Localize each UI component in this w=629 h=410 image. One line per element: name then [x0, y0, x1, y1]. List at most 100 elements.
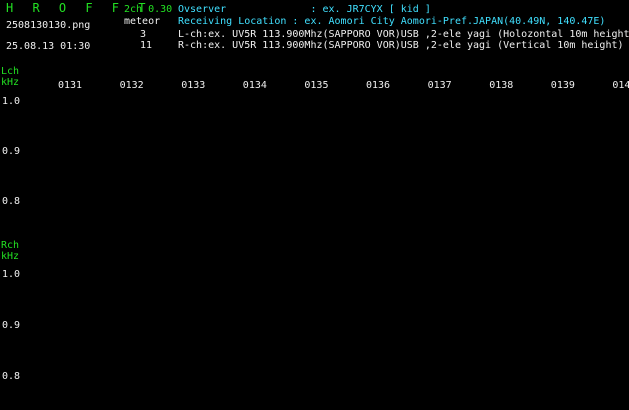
noise-speck [287, 98, 289, 100]
noise-speck [593, 310, 595, 312]
noise-speck [337, 150, 339, 152]
noise-speck [57, 314, 59, 316]
noise-speck [284, 315, 286, 317]
noise-floor-bar [36, 395, 38, 399]
noise-floor-bar [252, 225, 254, 229]
noise-speck [375, 104, 377, 106]
noise-speck [440, 362, 442, 364]
noise-floor-bar [420, 389, 422, 399]
noise-speck [182, 348, 184, 350]
noise-floor-bar [190, 227, 192, 229]
noise-speck [279, 355, 281, 357]
time-tick-0138: 0138 [489, 80, 514, 91]
noise-speck [61, 267, 63, 269]
noise-speck [511, 291, 513, 293]
noise-speck [595, 280, 597, 282]
noise-floor-bar [110, 390, 112, 399]
noise-floor-bar [312, 388, 314, 399]
noise-speck [195, 156, 197, 158]
noise-speck [463, 315, 465, 317]
noise-floor-bar [304, 389, 306, 399]
noise-speck [88, 334, 90, 336]
noise-floor-bar [316, 394, 318, 399]
noise-speck [75, 98, 77, 100]
noise-speck [198, 289, 200, 291]
noise-floor-bar [74, 227, 76, 229]
noise-speck [59, 358, 61, 360]
noise-floor-bar [52, 227, 54, 229]
noise-floor-bar [594, 389, 596, 399]
noise-speck [432, 168, 434, 170]
noise-speck [154, 316, 156, 318]
noise-floor-bar [536, 389, 538, 399]
noise-speck [45, 331, 47, 333]
noise-floor-bar [298, 224, 300, 229]
noise-floor-bar [328, 393, 330, 399]
noise-speck [603, 354, 605, 356]
noise-speck [118, 347, 120, 349]
noise-speck [109, 152, 111, 154]
noise-floor-bar [612, 225, 614, 229]
noise-speck [133, 259, 135, 261]
noise-speck [473, 159, 475, 161]
noise-floor-bar [522, 225, 524, 229]
noise-speck [261, 174, 263, 176]
noise-speck [52, 309, 54, 311]
noise-floor-bar [538, 226, 540, 229]
noise-speck [360, 121, 362, 123]
noise-speck [486, 161, 488, 163]
noise-speck [485, 345, 487, 347]
noise-floor-bar [558, 393, 560, 399]
noise-speck [606, 339, 608, 341]
noise-speck [334, 308, 336, 310]
noise-speck [64, 282, 66, 284]
noise-floor-bar [368, 396, 370, 399]
noise-floor-bar [442, 225, 444, 229]
noise-speck [50, 285, 52, 287]
noise-floor-bar [192, 393, 194, 399]
noise-floor-bar [614, 227, 616, 229]
noise-speck [75, 138, 77, 140]
noise-speck [626, 91, 628, 93]
noise-speck [191, 339, 193, 341]
noise-floor-bar [428, 227, 430, 229]
noise-speck [455, 159, 457, 161]
noise-speck [173, 154, 175, 156]
noise-speck [45, 360, 47, 362]
noise-floor-bar [308, 226, 310, 229]
noise-speck [80, 174, 82, 176]
noise-speck [305, 191, 307, 193]
noise-speck [61, 280, 63, 282]
noise-floor-bar [346, 396, 348, 399]
noise-speck [36, 155, 38, 157]
noise-speck [287, 146, 289, 148]
noise-speck [562, 323, 564, 325]
noise-speck [509, 311, 511, 313]
noise-speck [304, 192, 306, 194]
noise-speck [501, 325, 503, 327]
noise-speck [85, 266, 87, 268]
noise-floor-bar [292, 213, 294, 229]
noise-speck [406, 275, 408, 277]
noise-speck [134, 135, 136, 137]
noise-speck [507, 258, 509, 260]
noise-speck [532, 177, 534, 179]
noise-floor-bar [314, 390, 316, 399]
noise-floor-bar [466, 227, 468, 229]
noise-speck [325, 156, 327, 158]
noise-floor-bar [524, 392, 526, 399]
noise-floor-bar [126, 393, 128, 399]
noise-speck [113, 274, 115, 276]
noise-speck [84, 96, 86, 98]
noise-speck [215, 351, 217, 353]
noise-speck [37, 129, 39, 131]
noise-speck [37, 147, 39, 149]
noise-speck [299, 145, 301, 147]
noise-speck [375, 93, 377, 95]
noise-speck [308, 168, 310, 170]
noise-speck [117, 307, 119, 309]
noise-speck [580, 109, 582, 111]
noise-speck [158, 122, 160, 124]
noise-speck [451, 196, 453, 198]
noise-speck [208, 156, 210, 158]
